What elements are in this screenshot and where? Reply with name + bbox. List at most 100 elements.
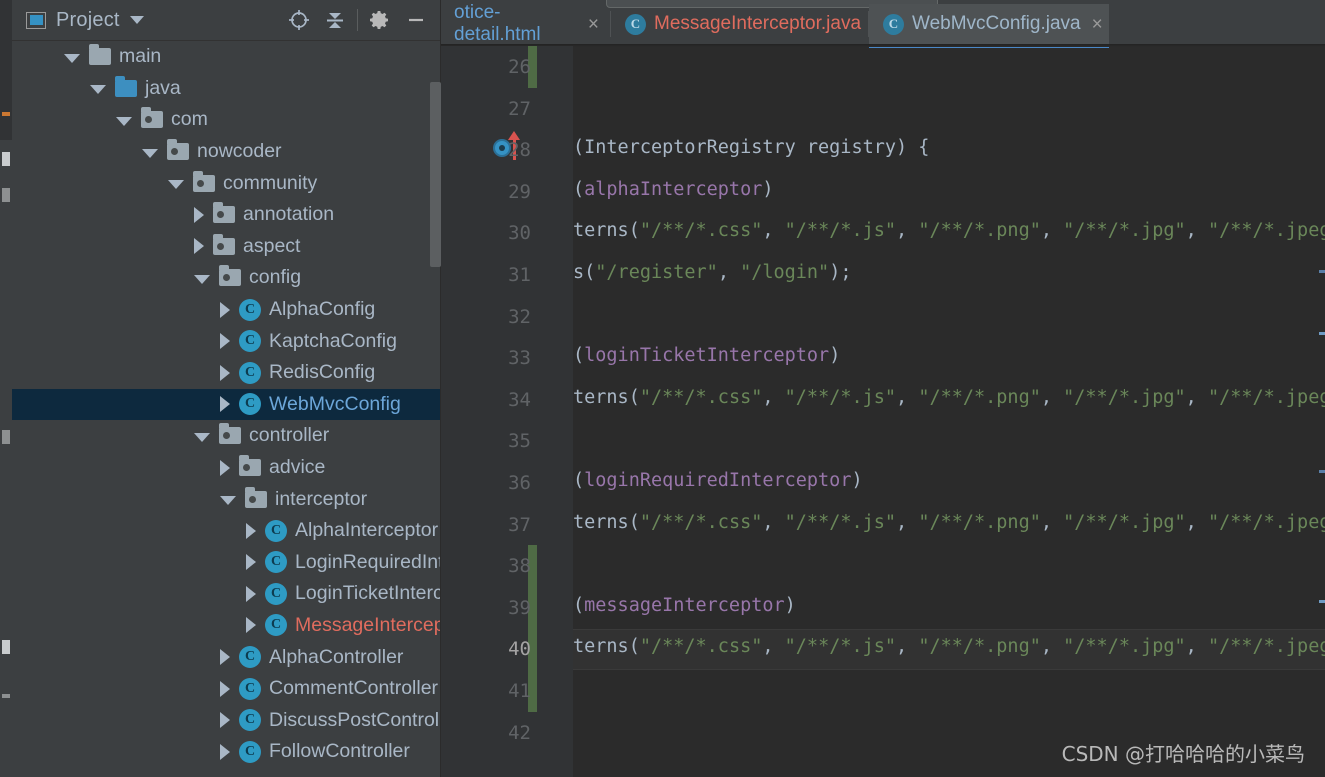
tree-item-config[interactable]: config <box>12 262 440 294</box>
chevron-right-icon[interactable] <box>220 333 230 350</box>
code-line[interactable]: s("/register", "/login"); <box>573 262 851 283</box>
editor-tab-webmvcconfig-java[interactable]: C WebMvcConfig.java × <box>869 4 1109 48</box>
chevron-down-icon[interactable] <box>90 85 106 95</box>
code-line[interactable]: terns("/**/*.css", "/**/*.js", "/**/*.pn… <box>573 636 1325 657</box>
editor-area: otice-detail.html × C MessageInterceptor.ja… <box>441 0 1325 777</box>
chevron-down-icon[interactable] <box>168 180 184 190</box>
java-class-icon: C <box>625 13 646 35</box>
chevron-right-icon[interactable] <box>246 617 256 634</box>
code-line[interactable]: (loginTicketInterceptor) <box>573 345 840 366</box>
chevron-right-icon[interactable] <box>246 585 256 602</box>
tree-item-interceptor[interactable]: interceptor <box>12 483 440 515</box>
editor-gutter[interactable]: 26 27 28 29 30 31 32 33 34 35 36 37 38 39 40 41 42 <box>441 46 563 777</box>
editor-tab-bar[interactable]: otice-detail.html × C MessageInterceptor.ja… <box>440 0 1325 48</box>
java-class-icon: C <box>239 361 261 384</box>
tree-item-main[interactable]: main <box>12 41 440 73</box>
tree-item-label: LoginTicketIntercep <box>295 582 440 605</box>
editor-tab-otice-detail-html[interactable]: otice-detail.html × <box>440 2 611 45</box>
chevron-down-icon[interactable] <box>142 148 158 158</box>
code-token: terns <box>573 511 629 533</box>
code-line[interactable]: (InterceptorRegistry registry) { <box>573 137 929 158</box>
code-token: (InterceptorRegistry registry) { <box>573 137 930 159</box>
code-line[interactable]: terns("/**/*.css", "/**/*.js", "/**/*.pn… <box>573 220 1325 241</box>
code-line[interactable]: terns("/**/*.css", "/**/*.js", "/**/*.pn… <box>573 512 1325 533</box>
tree-item-loginrequiredinte[interactable]: C LoginRequiredInte <box>12 547 440 579</box>
chevron-down-icon[interactable] <box>220 496 236 506</box>
chevron-right-icon[interactable] <box>220 364 230 381</box>
chevron-down-icon[interactable] <box>194 432 210 442</box>
chevron-right-icon[interactable] <box>220 712 230 729</box>
chevron-right-icon[interactable] <box>220 301 230 318</box>
tree-item-annotation[interactable]: annotation <box>12 199 440 231</box>
code-line[interactable]: (messageInterceptor) <box>573 595 796 616</box>
tree-item-label: MessageIntercepto <box>295 613 440 636</box>
project-tree[interactable]: main java com nowcoder community annotation as… <box>12 41 440 777</box>
tree-item-kaptchaconfig[interactable]: C KaptchaConfig <box>12 325 440 357</box>
tree-item-alphainterceptor[interactable]: C AlphaInterceptor <box>12 515 440 547</box>
tree-item-advice[interactable]: advice <box>12 452 440 484</box>
code-line[interactable]: terns("/**/*.css", "/**/*.js", "/**/*.pn… <box>573 387 1325 408</box>
tree-item-label: FollowController <box>269 740 410 763</box>
tree-item-aspect[interactable]: aspect <box>12 231 440 263</box>
tree-item-com[interactable]: com <box>12 104 440 136</box>
editor-tab-label: MessageInterceptor.java <box>654 13 862 34</box>
tree-item-loginticketintercep[interactable]: C LoginTicketIntercep <box>12 578 440 610</box>
tree-item-messageintercepto[interactable]: C MessageIntercepto <box>12 610 440 642</box>
chevron-right-icon[interactable] <box>246 522 256 539</box>
package-folder-icon <box>193 174 215 192</box>
chevron-right-icon[interactable] <box>220 680 230 697</box>
code-token: "/**/*.css" <box>639 220 763 242</box>
gear-icon[interactable] <box>362 4 398 36</box>
tree-item-followcontroller[interactable]: C FollowController <box>12 736 440 768</box>
editor-tab-messageinterceptor-java[interactable]: CMessageInterceptor.java× <box>611 4 883 44</box>
locate-file-icon[interactable] <box>281 4 317 36</box>
chevron-right-icon[interactable] <box>246 554 256 571</box>
tree-item-webmvcconfig[interactable]: C WebMvcConfig <box>12 388 440 421</box>
close-icon[interactable]: × <box>1092 15 1103 34</box>
code-token: "/**/*.jpg" <box>1063 511 1186 533</box>
chevron-right-icon[interactable] <box>220 396 230 413</box>
tree-item-nowcoder[interactable]: nowcoder <box>12 136 440 168</box>
minimize-icon[interactable] <box>398 4 434 36</box>
chevron-right-icon[interactable] <box>220 459 230 476</box>
tree-item-redisconfig[interactable]: C RedisConfig <box>12 357 440 389</box>
chevron-down-icon[interactable] <box>64 53 80 63</box>
error-stripe-tick[interactable] <box>1319 470 1325 473</box>
package-folder-icon <box>213 237 235 255</box>
code-token: ( <box>628 511 640 533</box>
tree-item-discusspostcontroller[interactable]: C DiscussPostController <box>12 704 440 736</box>
code-content[interactable]: (InterceptorRegistry registry) { (alphaIn… <box>573 46 1325 777</box>
tree-item-controller[interactable]: controller <box>12 420 440 452</box>
java-class-icon: C <box>883 13 904 35</box>
code-token: "/**/*.jpeg" <box>1207 636 1325 658</box>
tree-item-community[interactable]: community <box>12 167 440 199</box>
tree-item-java[interactable]: java <box>12 73 440 105</box>
chevron-down-icon[interactable] <box>194 274 210 284</box>
chevron-right-icon[interactable] <box>194 238 204 255</box>
error-stripe-tick[interactable] <box>1319 332 1325 335</box>
chevron-right-icon[interactable] <box>220 743 230 760</box>
close-icon[interactable]: × <box>588 15 599 34</box>
code-token: , <box>1040 636 1064 658</box>
java-class-icon: C <box>239 677 261 700</box>
code-token: ) <box>784 594 796 616</box>
tool-strip-top <box>0 0 12 140</box>
tree-item-alphaconfig[interactable]: C AlphaConfig <box>12 294 440 326</box>
source-folder-icon <box>115 79 137 97</box>
error-stripe-tick[interactable] <box>1319 600 1325 603</box>
chevron-right-icon[interactable] <box>194 206 204 223</box>
error-stripe-tick[interactable] <box>1319 270 1325 273</box>
chevron-down-icon[interactable] <box>129 16 144 24</box>
tree-item-alphacontroller[interactable]: C AlphaController <box>12 641 440 673</box>
line-number: 32 <box>508 305 531 328</box>
tree-item-label: AlphaController <box>269 645 404 668</box>
code-folding-strip[interactable] <box>537 46 573 777</box>
collapse-all-icon[interactable] <box>317 4 353 36</box>
chevron-right-icon[interactable] <box>220 649 230 666</box>
code-line[interactable]: (alphaInterceptor) <box>573 179 774 200</box>
code-line[interactable]: (loginRequiredInterceptor) <box>573 470 863 491</box>
project-tree-scrollbar[interactable] <box>430 82 441 267</box>
tree-item-commentcontroller[interactable]: C CommentController <box>12 673 440 705</box>
project-tool-window: Project main java com nowcoder community… <box>12 0 441 777</box>
chevron-down-icon[interactable] <box>116 116 132 126</box>
